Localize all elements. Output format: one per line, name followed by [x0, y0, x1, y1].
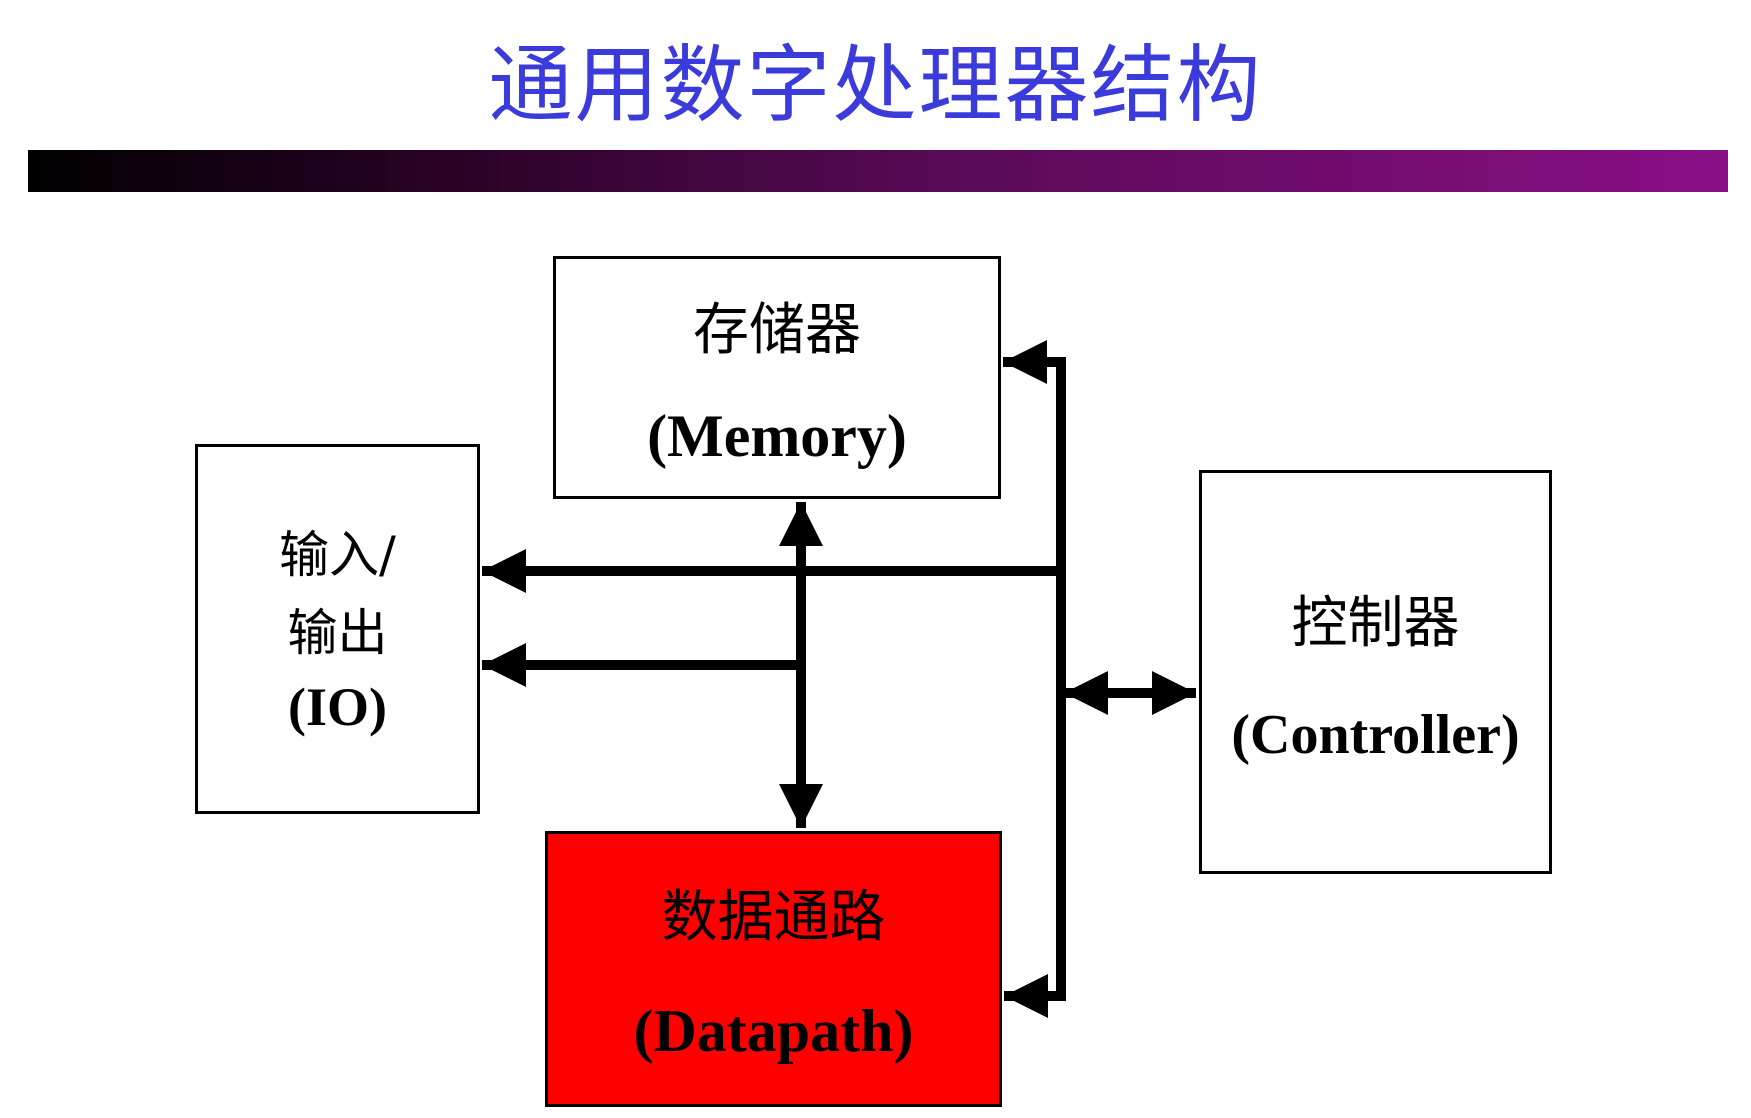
datapath-block: 数据通路 (Datapath) — [545, 831, 1002, 1107]
controller-label-cn: 控制器 — [1291, 590, 1460, 656]
controller-label-en: (Controller) — [1231, 703, 1520, 766]
datapath-label-en: (Datapath) — [633, 998, 914, 1064]
memory-label-cn: 存储器 — [693, 297, 861, 363]
io-label-cn-line2: 输出 — [287, 604, 388, 662]
io-label-cn-line1: 输入/ — [279, 526, 396, 584]
memory-block: 存储器 (Memory) — [553, 256, 1001, 499]
memory-label-en: (Memory) — [647, 402, 907, 469]
io-block: 输入/ 输出 (IO) — [195, 444, 480, 814]
controller-block: 控制器 (Controller) — [1199, 470, 1552, 874]
io-label-en: (IO) — [288, 677, 387, 737]
datapath-label-cn: 数据通路 — [661, 885, 886, 950]
